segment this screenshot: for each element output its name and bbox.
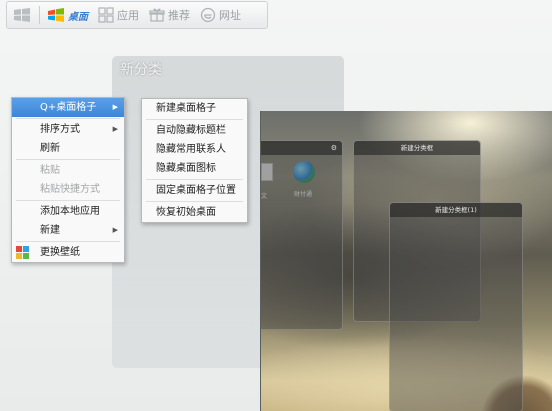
chevron-right-icon: ▶	[112, 226, 118, 234]
desktop-preview: 文 财付通 ⚙ 新建分类框 新建分类框(1)	[260, 111, 552, 411]
wallpaper-icon	[16, 246, 29, 259]
submenu-item-lock-grid-position[interactable]: 固定桌面格子位置	[142, 181, 247, 200]
menu-divider	[146, 201, 243, 202]
preview-window-right: 新建分类框(1)	[389, 202, 523, 411]
chevron-right-icon: ▶	[112, 103, 118, 111]
gift-icon	[149, 8, 165, 22]
menu-item-change-wallpaper[interactable]: 更换壁纸	[12, 243, 124, 262]
top-toolbar: 桌面 应用 推荐 网址	[6, 1, 268, 29]
category-panel-title: 新分类	[120, 62, 162, 78]
submenu-item-restore-desktop[interactable]: 恢复初始桌面	[142, 203, 247, 222]
browser-e-icon	[200, 7, 216, 23]
windows-start-button[interactable]	[7, 2, 37, 28]
toolbar-divider	[39, 6, 40, 24]
menu-divider	[16, 118, 120, 119]
menu-item-add-local-app[interactable]: 添加本地应用	[12, 202, 124, 221]
apps-grid-icon	[98, 7, 114, 23]
menu-item-paste: 粘贴	[40, 165, 60, 176]
preview-window-title-2: 新建分类框(1)	[390, 203, 522, 217]
menu-item-qplus-grid[interactable]: Q+桌面格子 ▶	[12, 98, 124, 117]
submenu-item-hide-desktop-icons[interactable]: 隐藏桌面图标	[142, 159, 247, 178]
chevron-right-icon: ▶	[112, 125, 118, 133]
tab-recommend[interactable]: 推荐	[144, 2, 195, 28]
menu-divider	[16, 159, 120, 160]
menu-divider	[146, 119, 243, 120]
submenu-item-new-grid[interactable]: 新建桌面格子	[142, 99, 247, 118]
tab-web-label: 网址	[219, 9, 241, 22]
menu-item-new[interactable]: 新建 ▶	[12, 221, 124, 240]
desktop-context-menu: Q+桌面格子 ▶ 排序方式 ▶ 刷新 粘贴 粘贴快捷方式 添加本地应用 新建 ▶…	[11, 97, 125, 263]
menu-divider	[16, 200, 120, 201]
windows-flag-icon	[48, 8, 64, 22]
menu-item-paste-shortcut: 粘贴快捷方式	[40, 184, 100, 195]
preview-window-left: ⚙	[261, 140, 343, 330]
menu-divider	[16, 241, 120, 242]
menu-item-sort[interactable]: 排序方式 ▶	[12, 120, 124, 139]
menu-item-refresh[interactable]: 刷新	[12, 139, 124, 158]
tab-recommend-label: 推荐	[168, 9, 190, 22]
tab-web[interactable]: 网址	[195, 2, 246, 28]
tab-desktop[interactable]: 桌面	[42, 2, 93, 28]
preview-window-title: 新建分类框	[354, 141, 480, 155]
submenu-item-auto-hide-titlebar[interactable]: 自动隐藏标题栏	[142, 121, 247, 140]
tab-desktop-label: 桌面	[68, 11, 88, 23]
windows-logo-icon	[14, 8, 30, 22]
submenu-item-hide-contacts[interactable]: 隐藏常用联系人	[142, 140, 247, 159]
gear-icon: ⚙	[330, 144, 337, 152]
qplus-grid-submenu: 新建桌面格子 自动隐藏标题栏 隐藏常用联系人 隐藏桌面图标 固定桌面格子位置 恢…	[141, 98, 248, 223]
tab-apps[interactable]: 应用	[93, 2, 144, 28]
menu-divider	[146, 179, 243, 180]
tab-apps-label: 应用	[117, 9, 139, 22]
